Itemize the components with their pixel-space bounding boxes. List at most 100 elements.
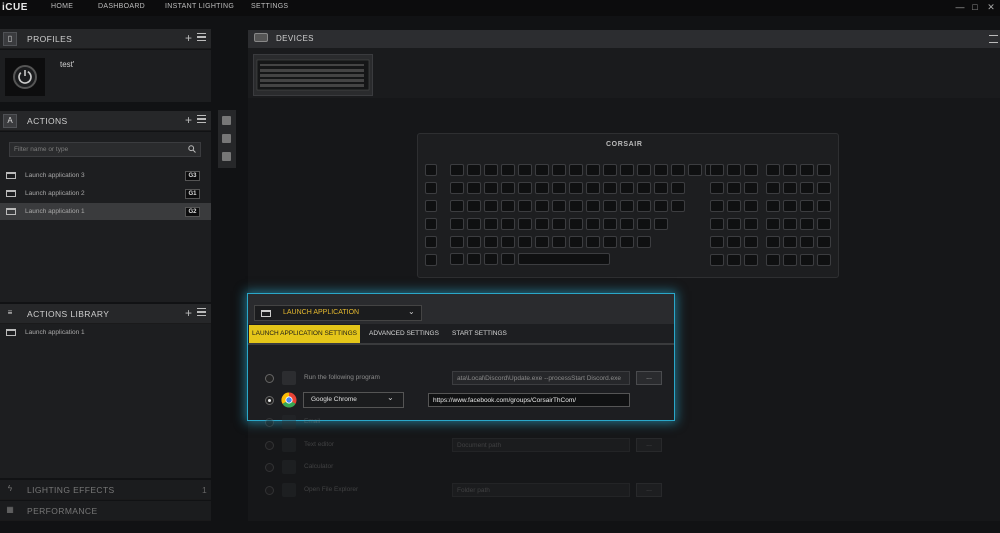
- keyboard-key[interactable]: [710, 200, 724, 212]
- keyboard-key[interactable]: [603, 164, 617, 176]
- keyboard-key[interactable]: [744, 254, 758, 266]
- keyboard-key[interactable]: [637, 236, 651, 248]
- g-key[interactable]: [425, 254, 437, 266]
- nav-home[interactable]: HOME: [51, 3, 73, 10]
- keyboard-key[interactable]: [569, 182, 583, 194]
- keyboard-key[interactable]: [467, 218, 481, 230]
- keyboard-key[interactable]: [727, 218, 741, 230]
- keyboard-key[interactable]: [569, 236, 583, 248]
- numpad-key[interactable]: [766, 236, 780, 248]
- keyboard-key[interactable]: [569, 218, 583, 230]
- numpad-key[interactable]: [783, 200, 797, 212]
- keyboard-key[interactable]: [586, 218, 600, 230]
- keyboard-key[interactable]: [467, 200, 481, 212]
- numpad-key[interactable]: [800, 236, 814, 248]
- keyboard-key[interactable]: [620, 218, 634, 230]
- keyboard-key[interactable]: [535, 164, 549, 176]
- add-library-button[interactable]: +: [185, 306, 192, 320]
- keyboard-key[interactable]: [518, 236, 532, 248]
- keyboard-key[interactable]: [450, 236, 464, 248]
- keyboard-key[interactable]: [535, 182, 549, 194]
- email-radio[interactable]: [265, 418, 274, 427]
- numpad-key[interactable]: [783, 254, 797, 266]
- numpad-key[interactable]: [800, 218, 814, 230]
- keyboard-key[interactable]: [744, 164, 758, 176]
- document-path-input[interactable]: Document path: [452, 438, 630, 452]
- keyboard-key[interactable]: [620, 182, 634, 194]
- keyboard-key[interactable]: [450, 253, 464, 265]
- numpad-key[interactable]: [783, 218, 797, 230]
- keyboard-key[interactable]: [671, 182, 685, 194]
- numpad-key[interactable]: [800, 200, 814, 212]
- keyboard-key[interactable]: [637, 182, 651, 194]
- keyboard-key[interactable]: [620, 164, 634, 176]
- close-button[interactable]: ✕: [986, 2, 996, 12]
- keyboard-key[interactable]: [710, 236, 724, 248]
- keyboard-key[interactable]: [484, 218, 498, 230]
- actions-menu-icon[interactable]: [197, 115, 206, 123]
- keyboard-key[interactable]: [569, 200, 583, 212]
- maximize-button[interactable]: □: [970, 2, 980, 12]
- minimize-button[interactable]: —: [955, 2, 965, 12]
- g-key[interactable]: [425, 236, 437, 248]
- search-icon[interactable]: [188, 145, 196, 153]
- numpad-key[interactable]: [817, 236, 831, 248]
- keyboard-key[interactable]: [552, 164, 566, 176]
- keyboard-key[interactable]: [450, 200, 464, 212]
- keyboard-key[interactable]: [586, 182, 600, 194]
- keyboard-key[interactable]: [535, 218, 549, 230]
- keyboard-key[interactable]: [501, 236, 515, 248]
- file-explorer-radio[interactable]: [265, 486, 274, 495]
- keyboard-key[interactable]: [603, 182, 617, 194]
- keyboard-key[interactable]: [710, 254, 724, 266]
- keyboard-key[interactable]: [450, 164, 464, 176]
- keyboard-key[interactable]: [467, 164, 481, 176]
- keyboard-key[interactable]: [501, 164, 515, 176]
- keyboard-key[interactable]: [637, 164, 651, 176]
- keyboard-key[interactable]: [586, 236, 600, 248]
- tab-launch-application-settings[interactable]: LAUNCH APPLICATION SETTINGS: [249, 325, 360, 343]
- lighting-effects-header[interactable]: ϟ LIGHTING EFFECTS 1: [0, 480, 211, 500]
- keyboard-key[interactable]: [688, 164, 702, 176]
- numpad-key[interactable]: [800, 164, 814, 176]
- add-profile-button[interactable]: +: [185, 31, 192, 45]
- browser-radio[interactable]: [265, 396, 274, 405]
- copy-icon[interactable]: [222, 134, 231, 143]
- keyboard-key[interactable]: [586, 200, 600, 212]
- numpad-key[interactable]: [817, 254, 831, 266]
- keyboard-key[interactable]: [671, 164, 685, 176]
- profile-avatar[interactable]: [5, 58, 45, 96]
- keyboard-key[interactable]: [654, 200, 668, 212]
- library-menu-icon[interactable]: [197, 308, 206, 316]
- keyboard-key[interactable]: [501, 182, 515, 194]
- keyboard-key[interactable]: [654, 182, 668, 194]
- browse-document-button[interactable]: ...: [636, 438, 662, 452]
- keyboard-key[interactable]: [535, 200, 549, 212]
- keyboard-key[interactable]: [467, 182, 481, 194]
- keyboard-key[interactable]: [637, 200, 651, 212]
- keyboard-key[interactable]: [654, 218, 668, 230]
- browse-program-button[interactable]: ...: [636, 371, 662, 385]
- profiles-menu-icon[interactable]: [197, 33, 206, 41]
- keyboard-key[interactable]: [484, 236, 498, 248]
- library-item-label[interactable]: Launch application 1: [25, 329, 85, 336]
- numpad-key[interactable]: [766, 218, 780, 230]
- profile-name[interactable]: test': [60, 60, 74, 69]
- browse-folder-button[interactable]: ...: [636, 483, 662, 497]
- keyboard-key[interactable]: [484, 200, 498, 212]
- nav-instant-lighting[interactable]: INSTANT LIGHTING: [165, 3, 234, 10]
- keyboard-key[interactable]: [744, 218, 758, 230]
- keyboard-key[interactable]: [727, 164, 741, 176]
- keyboard-key[interactable]: [467, 253, 481, 265]
- keyboard-key[interactable]: [603, 236, 617, 248]
- run-program-radio[interactable]: [265, 374, 274, 383]
- keyboard-key[interactable]: [552, 200, 566, 212]
- trash-icon[interactable]: [222, 152, 231, 161]
- keyboard-key[interactable]: [518, 218, 532, 230]
- keyboard-key[interactable]: [518, 200, 532, 212]
- keyboard-key[interactable]: [569, 164, 583, 176]
- keyboard-key[interactable]: [501, 218, 515, 230]
- keyboard-key[interactable]: [484, 164, 498, 176]
- numpad-key[interactable]: [766, 164, 780, 176]
- devices-menu-icon[interactable]: [989, 35, 998, 43]
